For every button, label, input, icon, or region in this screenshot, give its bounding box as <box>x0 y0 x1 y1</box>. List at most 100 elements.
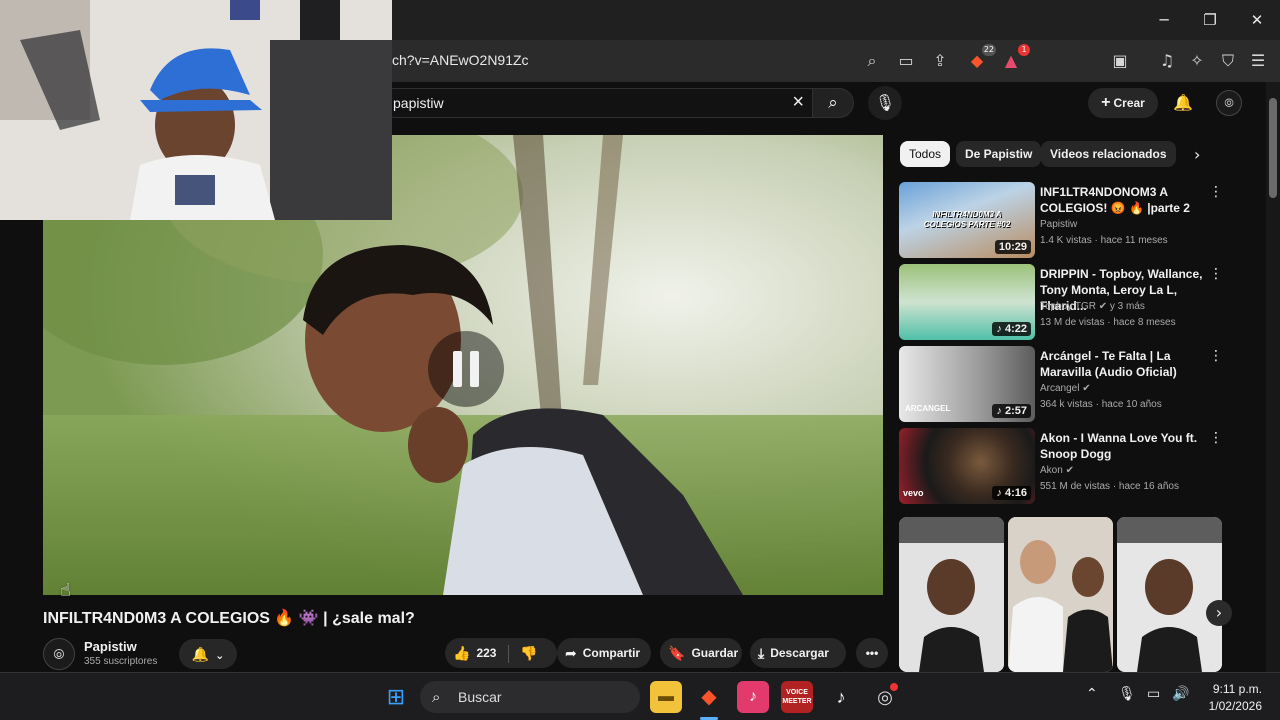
music-note-icon: ♪ <box>996 487 1005 499</box>
tiktok-studio-icon[interactable]: ♪ <box>825 681 857 713</box>
shorts-next-chevron-icon[interactable]: › <box>1206 600 1232 626</box>
brave-shields-icon[interactable]: ◆ 22 <box>966 44 996 72</box>
taskbar-search[interactable]: ⌕ Buscar <box>420 681 640 713</box>
file-explorer-icon[interactable]: ▬ <box>650 681 682 713</box>
page-scrollbar[interactable] <box>1266 82 1280 672</box>
recommendation-meta: 13 M de vistas · hace 8 meses <box>1040 317 1176 328</box>
download-icon: ⤓ <box>758 646 765 662</box>
video-thumbnail: ♪ 4:22 <box>899 264 1035 340</box>
video-thumbnail: vevo ♪ 4:16 <box>899 428 1035 504</box>
like-count: 223 <box>476 646 497 660</box>
brave-rewards-icon[interactable]: ▲ 1 <box>1000 44 1030 72</box>
voice-search-button[interactable]: 🎙 <box>868 86 902 120</box>
more-vertical-icon[interactable]: ⋮ <box>1209 430 1223 446</box>
chip-videos-relacionados[interactable]: Videos relacionados <box>1041 141 1176 167</box>
url-field[interactable]: ch?v=ANEwO2N91Zc <box>392 52 529 68</box>
notification-bell-button[interactable]: 🔔 ⌄ <box>179 639 237 669</box>
share-button[interactable]: ➦ Compartir <box>557 638 651 668</box>
video-title: INFILTR4ND0M3 A COLEGIOS 🔥 👾 | ¿sale mal… <box>43 610 415 627</box>
search-value: papistiw <box>393 95 444 111</box>
plus-icon: + <box>1101 94 1111 111</box>
music-note-icon: ♪ <box>996 323 1005 335</box>
leo-ai-icon[interactable]: ✧ <box>1186 50 1208 72</box>
rewards-badge: 1 <box>1018 44 1030 56</box>
subscriber-count: 355 suscriptores <box>84 656 158 667</box>
webcam-image <box>0 0 392 220</box>
chip-todos[interactable]: Todos <box>900 141 951 167</box>
close-icon[interactable]: ✕ <box>1245 8 1269 32</box>
windows-start-icon[interactable]: ⊞ <box>380 681 412 713</box>
search-icon: ⌕ <box>432 688 441 706</box>
account-avatar[interactable]: ⦾ <box>1216 90 1242 116</box>
microphone-icon: 🎙 <box>874 93 896 112</box>
notifications-bell-icon[interactable]: 🔔 <box>1170 90 1196 116</box>
search-input[interactable]: papistiw × <box>380 88 812 118</box>
network-icon[interactable]: ▭ <box>1147 686 1160 702</box>
more-actions-button[interactable]: ••• <box>856 638 888 668</box>
restore-icon[interactable]: ❐ <box>1198 8 1222 32</box>
more-horizontal-icon: ••• <box>865 646 879 660</box>
clock-time[interactable]: 9:11 p.m. <box>1206 682 1262 696</box>
recommendation-item[interactable]: INFILTR4ND0M3 A COLEGIOS PARTE #02 10:29… <box>899 182 1224 260</box>
volume-icon[interactable]: 🔊 <box>1172 686 1189 702</box>
duration-badge: ♪ 4:16 <box>992 486 1031 500</box>
duration-badge: ♪ 2:57 <box>992 404 1031 418</box>
recommendation-title: Akon - I Wanna Love You ft. Snoop Dogg <box>1040 431 1198 461</box>
menu-icon[interactable]: ☰ <box>1247 50 1269 72</box>
chevron-right-icon[interactable]: › <box>1194 145 1200 164</box>
create-button[interactable]: + Crear <box>1088 88 1158 118</box>
recommendation-item[interactable]: ♪ 4:22 DRIPPIN - Topboy, Wallance, Tony … <box>899 264 1224 342</box>
zoom-icon[interactable]: ⌕ <box>861 50 883 72</box>
minimize-icon[interactable]: ─ <box>1152 8 1176 32</box>
short-thumbnail[interactable] <box>1117 517 1222 672</box>
more-vertical-icon[interactable]: ⋮ <box>1209 348 1223 364</box>
recommendation-channel: Arcangel ✔ <box>1040 383 1091 394</box>
vpn-shield-icon[interactable]: ⛉ <box>1217 50 1239 72</box>
clear-search-icon[interactable]: × <box>792 91 804 114</box>
more-vertical-icon[interactable]: ⋮ <box>1209 184 1223 200</box>
search-button[interactable]: ⌕ <box>812 88 854 118</box>
voicemeeter-icon[interactable]: VOICE MEETER <box>781 681 813 713</box>
download-button[interactable]: ⤓ Descargar <box>750 638 846 668</box>
save-button[interactable]: 🔖 Guardar <box>660 638 742 668</box>
tiktok-app-icon[interactable]: ♪ <box>737 681 769 713</box>
microphone-icon[interactable]: 🎙 <box>1118 686 1136 702</box>
clock-date[interactable]: 1/02/2026 <box>1200 699 1262 713</box>
dislike-button[interactable]: 👎 <box>520 646 537 662</box>
recommendation-item[interactable]: vevo ♪ 4:16 Akon - I Wanna Love You ft. … <box>899 428 1224 506</box>
like-button[interactable]: 👍 223 <box>453 646 497 662</box>
channel-name[interactable]: Papistiw <box>84 639 137 654</box>
recommendation-item[interactable]: ARCANGEL ♪ 2:57 Arcángel - Te Falta | La… <box>899 346 1224 424</box>
duration-badge: ♪ 4:22 <box>992 322 1031 336</box>
short-image <box>1117 517 1222 672</box>
thumbnail-text: ARCANGEL <box>905 404 951 413</box>
tray-chevron-up-icon[interactable]: ⌃ <box>1086 686 1098 702</box>
bookmark-icon: 🔖 <box>668 646 686 662</box>
short-thumbnail[interactable] <box>899 517 1004 672</box>
vevo-logo: vevo <box>903 488 924 498</box>
channel-avatar[interactable]: ⦾ <box>43 638 75 670</box>
taskbar-search-label: Buscar <box>458 689 502 705</box>
bell-icon: 🔔 <box>191 647 210 663</box>
shields-badge: 22 <box>981 44 996 56</box>
music-note-icon: ♪ <box>996 405 1005 417</box>
search-icon: ⌕ <box>828 93 838 113</box>
reader-mode-icon[interactable]: ▣ <box>1109 50 1131 72</box>
scrollbar-thumb[interactable] <box>1269 98 1277 198</box>
download-label: Descargar <box>770 646 829 660</box>
recommendation-title: INF1LTR4NDONOM3 A COLEGIOS! 😡 🔥 |parte 2 <box>1040 185 1190 215</box>
recommendation-meta: 551 M de vistas · hace 16 años <box>1040 481 1179 492</box>
chip-de-papistiw[interactable]: De Papistiw <box>956 141 1042 167</box>
pause-icon-bar <box>470 351 479 387</box>
thumbs-up-icon: 👍 <box>453 646 471 662</box>
music-icon[interactable]: ♫ <box>1156 50 1178 72</box>
cast-icon[interactable]: ▭ <box>895 50 917 72</box>
short-thumbnail[interactable] <box>1008 517 1113 672</box>
more-vertical-icon[interactable]: ⋮ <box>1209 266 1223 282</box>
share-icon[interactable]: ⇪ <box>929 50 951 72</box>
thumbnail-text: INFILTR4ND0M3 A COLEGIOS PARTE #02 <box>923 210 1011 229</box>
pause-button[interactable] <box>428 331 504 407</box>
share-label: Compartir <box>582 646 641 660</box>
brave-browser-icon[interactable]: ◆ <box>693 681 725 713</box>
recommendation-channel: Topboy TGR ✔ y 3 más <box>1040 301 1145 312</box>
